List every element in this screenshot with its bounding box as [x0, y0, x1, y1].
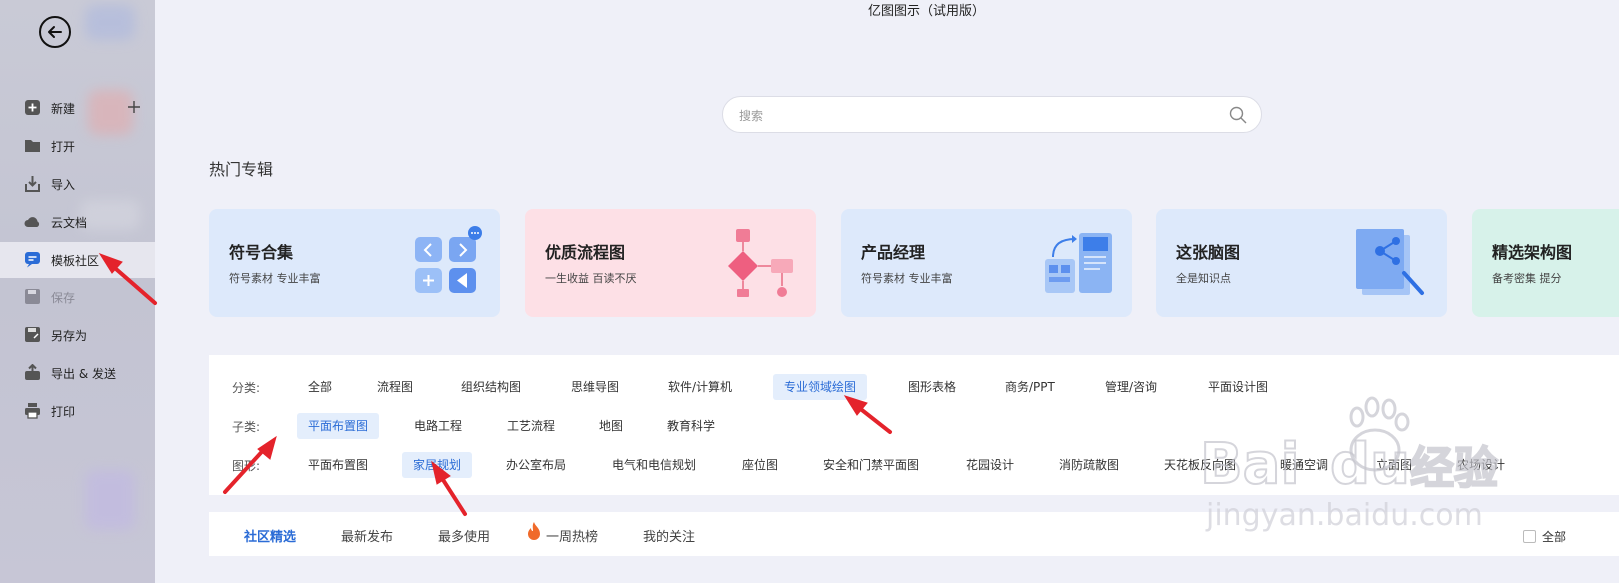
- sidebar-item-label: 打开: [51, 139, 76, 154]
- card-subtitle: 符号素材 专业丰富: [229, 272, 321, 285]
- sidebar-item-label: 保存: [51, 290, 76, 305]
- card-title: 符号合集: [229, 243, 294, 262]
- arrow-left-icon: [48, 26, 62, 38]
- sidebar: 新建 打开 导入 云文档 模板社区 保存 另存为 导出 & 发送 打印: [0, 0, 155, 583]
- product-manager-illustration-icon: [1045, 233, 1112, 293]
- content-tabs: 社区精选 最新发布 最多使用 一周热榜 我的关注 全部: [209, 512, 1619, 556]
- album-card-product-manager[interactable]: 产品经理 符号素材 专业丰富: [841, 209, 1132, 317]
- sidebar-item-cloud[interactable]: 云文档: [0, 204, 155, 240]
- sidebar-item-open[interactable]: 打开: [0, 128, 155, 164]
- tab-most-used[interactable]: 最多使用: [438, 526, 490, 545]
- sidebar-item-label: 打印: [51, 404, 76, 419]
- tab-latest[interactable]: 最新发布: [341, 526, 393, 545]
- sidebar-item-label: 导出 & 发送: [51, 366, 116, 381]
- blurred-background: [85, 5, 135, 40]
- shape-option[interactable]: 天花板反向图: [1153, 452, 1247, 478]
- sidebar-item-save[interactable]: 保存: [0, 279, 155, 315]
- category-option[interactable]: 思维导图: [560, 374, 630, 400]
- category-option-selected[interactable]: 专业领域绘图: [773, 374, 868, 400]
- subcategory-option[interactable]: 电路工程: [403, 413, 473, 439]
- sidebar-item-template-community[interactable]: 模板社区: [0, 242, 155, 278]
- blurred-background: [85, 470, 135, 530]
- card-title: 精选架构图: [1492, 243, 1573, 262]
- sidebar-item-print[interactable]: 打印: [0, 393, 155, 429]
- symbols-illustration-icon: [415, 226, 482, 293]
- category-label: 分类:: [232, 381, 261, 395]
- shape-option[interactable]: 座位图: [731, 452, 789, 478]
- plus-icon[interactable]: [127, 100, 141, 114]
- sidebar-item-label: 模板社区: [51, 253, 100, 268]
- shape-option[interactable]: 花园设计: [955, 452, 1025, 478]
- sidebar-item-label: 导入: [51, 177, 76, 192]
- category-option[interactable]: 流程图: [366, 374, 424, 400]
- sidebar-item-label: 云文档: [51, 215, 88, 230]
- window-title: 亿图图示（试用版）: [868, 4, 986, 19]
- album-card-architecture[interactable]: 精选架构图 备考密集 提分: [1472, 209, 1619, 317]
- category-row: 分类: 全部 流程图 组织结构图 思维导图 软件/计算机 专业领域绘图 图形表格…: [209, 374, 1619, 400]
- card-subtitle: 全是知识点: [1176, 272, 1231, 285]
- subcategory-option[interactable]: 地图: [588, 413, 634, 439]
- all-checkbox[interactable]: [1523, 530, 1536, 543]
- printer-icon: [25, 403, 40, 419]
- category-option[interactable]: 管理/咨询: [1094, 374, 1168, 400]
- category-option[interactable]: 组织结构图: [450, 374, 532, 400]
- back-button[interactable]: [39, 16, 71, 48]
- shape-label: 图形:: [232, 459, 261, 473]
- save-icon: [25, 289, 40, 304]
- shape-option[interactable]: 消防疏散图: [1048, 452, 1130, 478]
- subcategory-label: 子类:: [232, 420, 261, 434]
- album-card-flowchart[interactable]: 优质流程图 一生收益 百读不厌: [525, 209, 816, 317]
- card-title: 这张脑图: [1176, 243, 1241, 262]
- shape-option[interactable]: 办公室布局: [495, 452, 577, 478]
- filter-panel: 分类: 全部 流程图 组织结构图 思维导图 软件/计算机 专业领域绘图 图形表格…: [209, 355, 1619, 495]
- new-file-icon: [25, 100, 40, 115]
- tab-community-picks[interactable]: 社区精选: [244, 526, 296, 545]
- card-title: 产品经理: [861, 243, 926, 262]
- folder-icon: [25, 140, 40, 152]
- search-box[interactable]: [722, 96, 1262, 133]
- album-card-symbols[interactable]: 符号合集 符号素材 专业丰富: [209, 209, 500, 317]
- card-subtitle: 符号素材 专业丰富: [861, 272, 953, 285]
- search-input[interactable]: [737, 105, 1221, 127]
- category-option[interactable]: 软件/计算机: [657, 374, 743, 400]
- subcategory-option-selected[interactable]: 平面布置图: [297, 413, 380, 439]
- tab-my-follows[interactable]: 我的关注: [643, 526, 695, 545]
- category-option[interactable]: 全部: [297, 374, 343, 400]
- category-option[interactable]: 平面设计图: [1197, 374, 1279, 400]
- card-subtitle: 一生收益 百读不厌: [545, 272, 637, 285]
- card-subtitle: 备考密集 提分: [1492, 272, 1562, 285]
- section-title: 热门专辑: [209, 160, 274, 179]
- sidebar-item-label: 另存为: [51, 328, 88, 343]
- cloud-icon: [24, 217, 40, 227]
- subcategory-option[interactable]: 教育科学: [656, 413, 726, 439]
- shape-option[interactable]: 立面图: [1365, 452, 1423, 478]
- sidebar-item-export-send[interactable]: 导出 & 发送: [0, 355, 155, 391]
- shape-option[interactable]: 农场设计: [1446, 452, 1516, 478]
- subcategory-option[interactable]: 工艺流程: [496, 413, 566, 439]
- shape-option[interactable]: 安全和门禁平面图: [812, 452, 930, 478]
- tab-weekly-hot[interactable]: 一周热榜: [546, 526, 598, 545]
- flame-icon: [528, 522, 540, 540]
- subcategory-row: 子类: 平面布置图 电路工程 工艺流程 地图 教育科学: [209, 413, 1619, 439]
- sidebar-item-save-as[interactable]: 另存为: [0, 317, 155, 353]
- album-card-mindmap[interactable]: 这张脑图 全是知识点: [1156, 209, 1447, 317]
- search-icon[interactable]: [1229, 106, 1247, 124]
- import-icon: [25, 176, 40, 192]
- flowchart-illustration-icon: [728, 229, 793, 297]
- category-option[interactable]: 商务/PPT: [994, 374, 1066, 400]
- shape-option[interactable]: 电气和电信规划: [601, 452, 707, 478]
- template-chat-icon: [25, 252, 40, 268]
- export-icon: [25, 364, 40, 380]
- category-option[interactable]: 图形表格: [897, 374, 967, 400]
- shape-option-selected[interactable]: 家居规划: [402, 452, 473, 478]
- save-as-icon: [25, 327, 40, 342]
- card-title: 优质流程图: [545, 243, 626, 262]
- shape-row: 图形: 平面布置图 家居规划 办公室布局 电气和电信规划 座位图 安全和门禁平面…: [209, 452, 1619, 478]
- all-checkbox-label: 全部: [1542, 530, 1567, 544]
- shape-option[interactable]: 平面布置图: [297, 452, 379, 478]
- shape-option[interactable]: 暖通空调: [1269, 452, 1339, 478]
- sidebar-item-label: 新建: [51, 101, 76, 116]
- sidebar-item-import[interactable]: 导入: [0, 166, 155, 202]
- mindmap-illustration-icon: [1356, 229, 1424, 295]
